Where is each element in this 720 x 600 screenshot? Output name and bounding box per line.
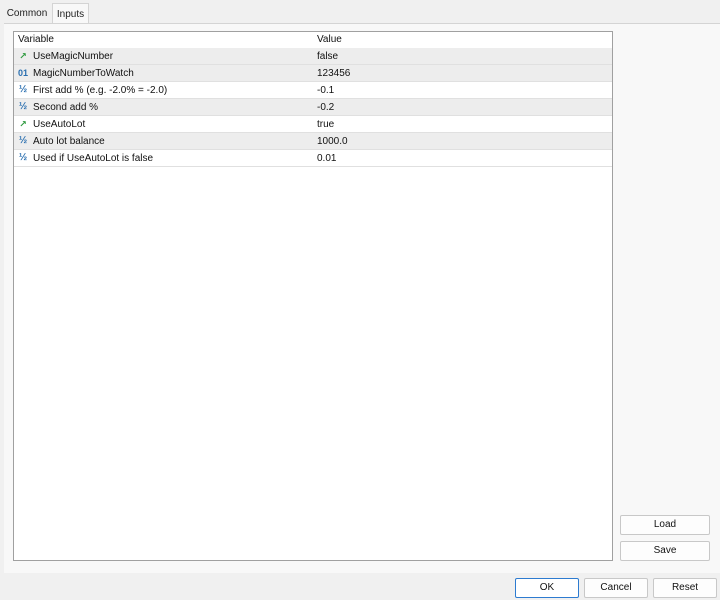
tab-common[interactable]: Common [3,5,51,23]
variable-value[interactable]: 1000.0 [317,133,348,150]
table-row[interactable]: ½ Second add % -0.2 [14,99,612,116]
table-row[interactable]: 01 MagicNumberToWatch 123456 [14,65,612,82]
variable-name: Auto lot balance [33,136,105,147]
double-icon: ½ [18,101,28,112]
variable-value[interactable]: -0.1 [317,82,334,99]
variable-value[interactable]: 123456 [317,65,350,82]
double-icon: ½ [18,84,28,95]
variable-value[interactable]: 0.01 [317,150,336,167]
tab-inputs[interactable]: Inputs [52,3,89,24]
integer-icon: 01 [17,68,28,78]
table-row[interactable]: ↗ UseAutoLot true [14,116,612,133]
load-button[interactable]: Load [620,515,710,535]
variable-name: First add % (e.g. -2.0% = -2.0) [33,85,168,96]
save-button[interactable]: Save [620,541,710,561]
variable-value[interactable]: true [317,116,334,133]
tab-bar: Common Inputs [0,0,720,24]
ok-button[interactable]: OK [515,578,579,598]
variable-value[interactable]: -0.2 [317,99,334,116]
variable-name: UseAutoLot [33,119,86,130]
table-row[interactable]: ½ Auto lot balance 1000.0 [14,133,612,150]
table-row[interactable]: ½ Used if UseAutoLot is false 0.01 [14,150,612,167]
variable-name: Used if UseAutoLot is false [33,153,154,164]
column-header-value[interactable]: Value [317,32,342,48]
variable-name: Second add % [33,102,99,113]
cancel-button[interactable]: Cancel [584,578,648,598]
variable-value[interactable]: false [317,48,338,65]
boolean-icon: ↗ [19,119,27,129]
inputs-grid: Variable Value ↗ UseMagicNumber false 01… [13,31,613,561]
column-header-variable[interactable]: Variable [18,32,54,48]
variable-name: MagicNumberToWatch [33,68,134,79]
inputs-panel: Variable Value ↗ UseMagicNumber false 01… [4,23,720,573]
reset-button[interactable]: Reset [653,578,717,598]
double-icon: ½ [18,135,28,146]
variable-name: UseMagicNumber [33,51,114,62]
boolean-icon: ↗ [19,51,27,61]
grid-header: Variable Value [14,32,612,48]
double-icon: ½ [18,152,28,163]
table-row[interactable]: ↗ UseMagicNumber false [14,48,612,65]
table-row[interactable]: ½ First add % (e.g. -2.0% = -2.0) -0.1 [14,82,612,99]
